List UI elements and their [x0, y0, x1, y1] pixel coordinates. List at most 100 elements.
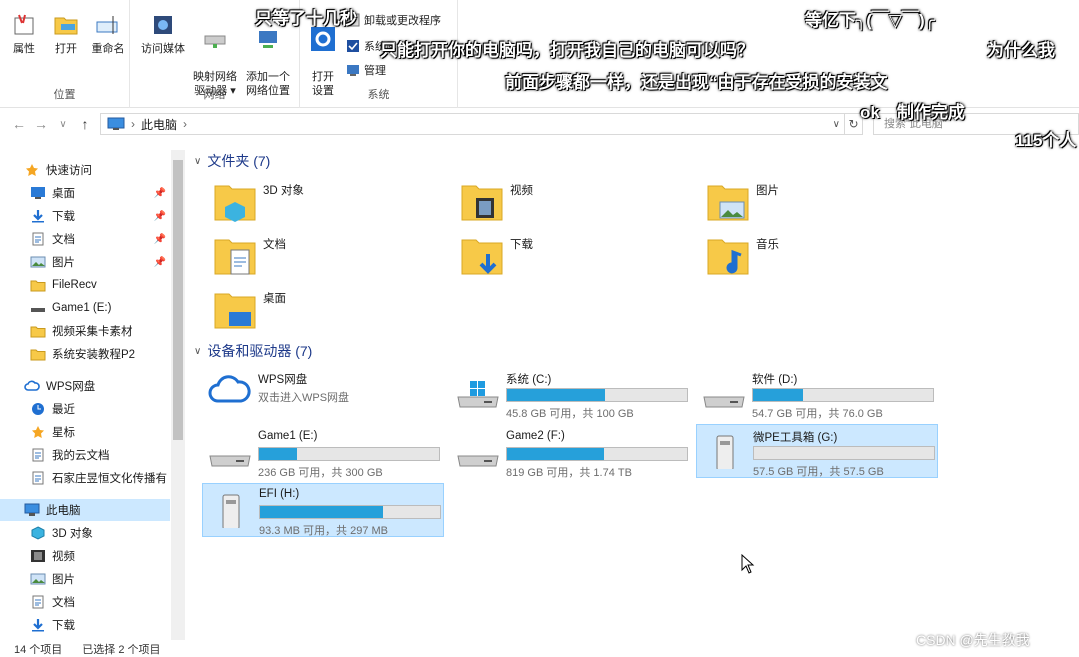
cube-icon — [214, 185, 256, 222]
chevron-down-icon[interactable]: ∨ — [52, 119, 74, 130]
folder-name: 视频 — [510, 185, 533, 197]
sidebar-item[interactable]: 3D 对象 — [0, 522, 170, 544]
sidebar-item[interactable]: 图片 📌 — [0, 251, 170, 273]
item-count: 14 个项目 — [14, 643, 63, 656]
folder-icon — [30, 278, 46, 292]
uninstall-label: 卸载或更改程序 — [364, 15, 441, 27]
pin-icon[interactable]: 📌 — [154, 234, 166, 245]
breadcrumb-chevron-icon: › — [183, 117, 188, 131]
sidebar-item[interactable]: 下载 — [0, 614, 170, 636]
breadcrumb[interactable]: 此电脑 — [141, 116, 177, 133]
sidebar-item-label: 3D 对象 — [52, 528, 93, 540]
desktop-icon — [214, 293, 256, 329]
drive-usage-fill — [507, 389, 605, 401]
rename-button[interactable]: 重命名 — [88, 12, 128, 56]
sidebar-scrollbar[interactable] — [171, 150, 185, 640]
folder-item[interactable]: 下载 — [460, 234, 690, 282]
folder-name: 下载 — [510, 239, 533, 251]
pin-icon[interactable]: 📌 — [154, 188, 166, 199]
folder-name: 桌面 — [263, 293, 286, 305]
picture-icon — [30, 572, 46, 586]
star-icon — [30, 425, 46, 439]
drive-item[interactable]: EFI (H:) 93.3 MB 可用，共 297 MB — [202, 483, 444, 537]
drive-item[interactable]: 微PE工具箱 (G:) 57.5 GB 可用，共 57.5 GB — [696, 424, 938, 478]
selected-count: 已选择 2 个项目 — [82, 643, 161, 656]
sidebar-item[interactable]: 文档 📌 — [0, 228, 170, 250]
manage-button[interactable]: 管理 — [346, 62, 386, 78]
folder-item[interactable]: 音乐 — [706, 234, 936, 282]
cloud-icon — [24, 379, 40, 393]
access-media-label: 访问媒体 — [141, 43, 185, 55]
drive-space: 57.5 GB 可用，共 57.5 GB — [753, 466, 884, 478]
sidebar-item-label: FileRecv — [52, 279, 97, 291]
hard-drive-icon — [703, 396, 745, 408]
sidebar-item-label: 桌面 — [52, 188, 75, 200]
properties-label: 属性 — [13, 43, 35, 55]
drive-name: 微PE工具箱 (G:) — [753, 432, 838, 444]
folder-name: 图片 — [756, 185, 779, 197]
sidebar-item[interactable]: 星标 — [0, 421, 170, 443]
folder-item[interactable]: 视频 — [460, 180, 690, 228]
sidebar-item[interactable]: 视频 — [0, 545, 170, 567]
folders-section-header[interactable]: ∨ 文件夹 (7) — [194, 151, 270, 171]
group-label-network: 网络 — [203, 89, 226, 101]
sidebar-item-label: 图片 — [52, 574, 75, 586]
access-media-button[interactable]: 访问媒体 — [138, 12, 188, 56]
open-button[interactable]: 打开 — [48, 12, 84, 56]
sidebar-item[interactable]: 我的云文档 — [0, 444, 170, 466]
sidebar-item[interactable]: 快速访问 — [0, 159, 170, 181]
sidebar-item[interactable]: 最近 — [0, 398, 170, 420]
properties-button[interactable]: 属性 — [6, 12, 42, 56]
usb-drive-icon — [222, 494, 240, 528]
drive-item[interactable]: Game2 (F:) 819 GB 可用，共 1.74 TB — [450, 426, 692, 480]
rename-icon — [96, 16, 118, 34]
drive-item[interactable]: WPS网盘 双击进入WPS网盘 — [202, 367, 444, 421]
drive-item[interactable]: Game1 (E:) 236 GB 可用，共 300 GB — [202, 426, 444, 480]
address-box[interactable]: › 此电脑 › ∨ — [100, 113, 845, 135]
sidebar-item-label: 视频 — [52, 551, 75, 563]
cube-icon — [30, 526, 46, 540]
manage-icon — [347, 65, 359, 76]
folder-item[interactable]: 桌面 — [213, 288, 443, 336]
document-icon — [30, 471, 46, 485]
sidebar-item[interactable]: 图片 — [0, 568, 170, 590]
mouse-cursor-icon — [741, 554, 755, 574]
forward-arrow-icon[interactable]: → — [30, 116, 52, 132]
drive-item[interactable]: 系统 (C:) 45.8 GB 可用，共 100 GB — [450, 367, 692, 421]
sidebar-item[interactable]: 此电脑 — [0, 499, 170, 521]
pin-icon[interactable]: 📌 — [154, 257, 166, 268]
network-drive-icon — [204, 35, 226, 48]
folder-name: 音乐 — [756, 239, 779, 251]
sidebar-item[interactable]: WPS网盘 — [0, 375, 170, 397]
pin-icon[interactable]: 📌 — [154, 211, 166, 222]
drives-section-header[interactable]: ∨ 设备和驱动器 (7) — [194, 341, 312, 361]
folder-icon — [30, 347, 46, 361]
usb-drive-icon — [716, 435, 734, 469]
cloud-icon — [208, 375, 251, 403]
folders-section-title: 文件夹 (7) — [207, 153, 271, 169]
refresh-icon: ↻ — [848, 117, 859, 131]
folder-item[interactable]: 3D 对象 — [213, 180, 443, 228]
uninstall-button[interactable]: 卸载或更改程序 — [346, 12, 441, 28]
drive-usage-fill — [260, 506, 384, 518]
address-dropdown-icon[interactable]: ∨ — [833, 119, 840, 130]
sidebar-item[interactable]: 石家庄昱恒文化传播有 — [0, 467, 170, 489]
drive-name: WPS网盘 — [258, 374, 308, 386]
sidebar-item[interactable]: 视频采集卡素材 — [0, 320, 170, 342]
scrollbar-thumb[interactable] — [173, 160, 183, 440]
drive-usage-bar — [258, 447, 440, 461]
sidebar-item[interactable]: 系统安装教程P2 — [0, 343, 170, 365]
sidebar-item[interactable]: FileRecv — [0, 274, 170, 296]
sidebar-item[interactable]: Game1 (E:) — [0, 297, 170, 319]
folder-item[interactable]: 图片 — [706, 180, 936, 228]
up-arrow-icon[interactable]: ↑ — [74, 116, 96, 132]
sidebar-item[interactable]: 下载 📌 — [0, 205, 170, 227]
folder-item[interactable]: 文档 — [213, 234, 443, 282]
back-arrow-icon[interactable]: ← — [8, 116, 30, 132]
sidebar-item[interactable]: 文档 — [0, 591, 170, 613]
sidebar-item[interactable]: 桌面 📌 — [0, 182, 170, 204]
drive-name: Game1 (E:) — [258, 430, 318, 442]
folder-icon — [30, 324, 46, 338]
drive-item[interactable]: 软件 (D:) 54.7 GB 可用，共 76.0 GB — [696, 367, 938, 421]
drive-space: 236 GB 可用，共 300 GB — [258, 467, 383, 479]
